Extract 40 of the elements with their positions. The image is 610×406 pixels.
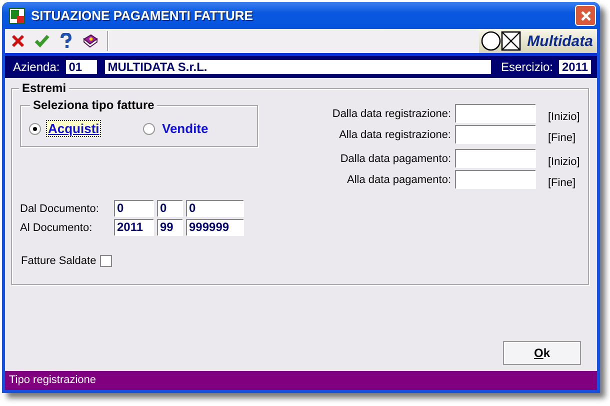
ok-button[interactable]: Ok [503,341,581,365]
radio-button[interactable] [29,122,41,134]
close-button[interactable] [575,5,596,26]
app-icon [9,8,25,24]
field-label: Al Documento: [20,222,94,234]
subgroup-title: Seleziona tipo fatture [30,98,158,112]
status-bar: Tipo registrazione [5,371,597,390]
field-hint: [Fine] [548,132,576,144]
field-hint: [Inizio] [548,156,580,168]
company-code-field[interactable]: 01 [66,60,97,74]
radio-button[interactable] [143,122,155,134]
close-icon [580,10,592,22]
field-label: Alla data pagamento: [346,174,451,186]
input-field[interactable]: 2011 [114,219,154,236]
radio-label[interactable]: Vendite [160,120,210,137]
field-label: Dalla data pagamento: [339,152,451,164]
group-title: Estremi [19,81,70,95]
radio-label[interactable]: Acquisti [46,120,102,137]
field-hint: [Inizio] [548,110,580,122]
input-field[interactable]: 0 [157,200,183,217]
input-field[interactable]: 99 [157,219,183,236]
field-hint: [Fine] [548,176,576,188]
year-field[interactable]: 2011 [559,60,591,74]
field-label: Dal Documento: [20,202,100,214]
window-title: SITUAZIONE PAGAMENTI FATTURE [31,8,254,23]
input-field[interactable]: 999999 [186,219,244,236]
checkbox[interactable] [100,255,112,267]
field-label: Alla data registrazione: [338,128,451,140]
field-label: Dalla data registrazione: [331,108,451,120]
date-field[interactable] [455,170,536,189]
company-label: Azienda: [13,60,60,74]
year-label: Esercizio: [500,60,553,74]
checkbox-label: Fatture Saldate [21,255,96,267]
input-field[interactable]: 0 [186,200,244,217]
logo-text: Multidata [527,32,593,50]
input-field[interactable]: 0 [114,200,154,217]
company-name-field[interactable]: MULTIDATA S.r.L. [104,60,491,74]
date-field[interactable] [455,149,536,168]
date-field[interactable] [455,104,536,123]
date-field[interactable] [455,125,536,144]
